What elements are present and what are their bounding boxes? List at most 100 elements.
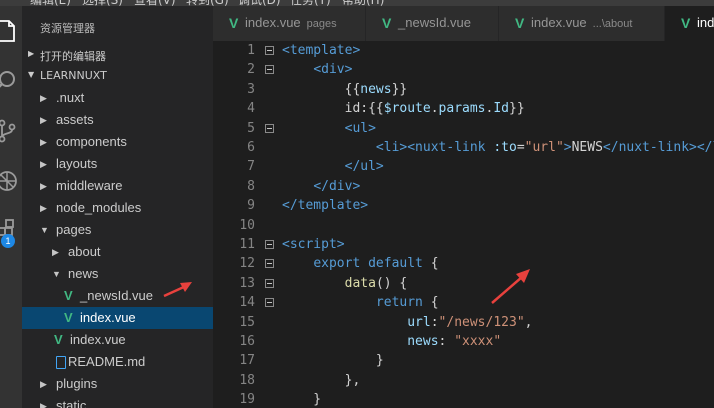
chevron-right-icon: ▶ [40, 203, 47, 213]
line-number: 14 [239, 295, 255, 311]
line-number: 7 [247, 159, 255, 175]
activity-bar: 1 [0, 6, 22, 408]
code-line: 6 <li><nuxt-link :to="url">NEWS</nuxt-li… [213, 138, 714, 157]
code-text: news: "xxxx" [407, 334, 502, 349]
editor-tabs: Vindex.vue pages V _newsId.vue Vindex.vue...… [213, 6, 714, 41]
code-text: }, [282, 372, 361, 388]
tree-folder[interactable]: ▶ plugins [22, 373, 213, 395]
code-text: data() { [344, 275, 408, 291]
line-number: 16 [239, 334, 255, 349]
line-number: 12 [239, 256, 255, 272]
code-text: <li><nuxt-link :to="url">NEWS</nuxt-link… [375, 140, 714, 155]
tree-file[interactable]: Vindex.vue [22, 329, 213, 351]
chevron-right-icon: ▶ [40, 93, 47, 103]
open-editors-section[interactable]: ▶ 打开的编辑器 [22, 45, 213, 65]
tree-item-label: _newsId.vue [80, 288, 153, 303]
explorer-sidebar: 资源管理器 ▶ 打开的编辑器 ▼ LEARNNUXT ▶ .nuxt ▶ assets… [22, 6, 213, 408]
code-line: 10 [213, 216, 714, 235]
chevron-right-icon: ▶ [40, 159, 47, 169]
vue-file-icon: V [681, 15, 691, 31]
tree-item-label: index.vue [80, 310, 136, 325]
code-line: 7 </ul> [213, 157, 714, 176]
line-number: 3 [247, 81, 255, 97]
fold-icon[interactable] [265, 278, 274, 288]
fold-icon[interactable] [265, 46, 274, 55]
code-line: 18 }, [213, 371, 714, 390]
fold-icon[interactable] [265, 123, 274, 133]
code-line: 16 news: "xxxx" [213, 332, 714, 351]
tree-item-label: plugins [56, 376, 98, 391]
tree-folder[interactable]: ▶ assets [22, 109, 213, 131]
editor-tab[interactable]: Vindex.vue ...\about [499, 6, 665, 41]
tab-label: _newsId.vue [398, 15, 471, 30]
files-icon[interactable] [0, 14, 22, 44]
line-number: 10 [239, 217, 255, 233]
line-number: 17 [239, 353, 255, 369]
chevron-down-icon: ▼ [28, 70, 35, 79]
code-text: id:{{$route.params.Id}} [282, 101, 525, 117]
fold-icon[interactable] [265, 298, 274, 308]
tree-item-label: layouts [56, 156, 98, 171]
code-text: export default { [313, 256, 439, 272]
project-section[interactable]: ▼ LEARNNUXT [22, 66, 213, 86]
fold-icon[interactable] [265, 240, 274, 249]
line-number: 11 [239, 237, 255, 252]
code-text: </ul> [344, 159, 384, 175]
tree-item-label: .nuxt [56, 90, 85, 105]
tree-folder[interactable]: ▼ pages [22, 219, 213, 241]
code-text: <div> [313, 62, 353, 78]
tree-item-label: about [68, 244, 101, 259]
code-text: } [282, 392, 322, 408]
tree-item-label: index.vue [70, 332, 126, 347]
code-text: <script> [282, 237, 345, 252]
tree-item-label: README.md [68, 354, 146, 369]
vue-file-icon: V [64, 310, 73, 325]
editor-tab[interactable]: Vindex.vue [665, 6, 714, 41]
code-line: 4 id:{{$route.params.Id}} [213, 99, 714, 118]
code-line: 8 </div> [213, 177, 714, 196]
code-line: 9 </template> [213, 196, 714, 215]
tree-file[interactable]: README.md [22, 351, 213, 373]
code-text: {{news}} [282, 81, 408, 97]
debug-icon[interactable] [0, 164, 22, 194]
markdown-file-icon [56, 356, 66, 369]
code-line: 3 {{news}} [213, 80, 714, 99]
tree-item-label: middleware [56, 178, 123, 193]
chevron-down-icon: ▼ [40, 225, 49, 235]
code-text: <ul> [344, 120, 376, 136]
tree-folder[interactable]: ▶ .nuxt [22, 87, 213, 109]
code-line: 15 url:"/news/123", [213, 313, 714, 332]
tree-item-label: news [68, 266, 99, 281]
explorer-title: 资源管理器 [40, 22, 95, 35]
tree-folder[interactable]: ▶ static [22, 395, 213, 408]
tree-folder[interactable]: ▶ node_modules [22, 197, 213, 219]
tree-item-label: pages [56, 222, 92, 237]
line-number: 4 [247, 101, 255, 117]
fold-icon[interactable] [265, 259, 274, 269]
source-control-icon[interactable] [0, 114, 22, 144]
code-editor[interactable]: 1 <template> 2 <div> 3 {{news}} 4 id:{{$rout… [213, 41, 714, 408]
tree-file[interactable]: Vindex.vue [22, 307, 213, 329]
annotation-arrow [491, 269, 530, 304]
chevron-right-icon: ▶ [40, 181, 47, 191]
editor-tab[interactable]: Vindex.vue pages [213, 6, 366, 41]
fold-icon[interactable] [265, 65, 274, 75]
tree-item-label: static [56, 398, 87, 408]
tree-folder[interactable]: ▶ middleware [22, 175, 213, 197]
tree-folder[interactable]: ▶ components [22, 131, 213, 153]
code-text: return { [375, 295, 439, 311]
code-text: </template> [282, 198, 369, 214]
line-number: 9 [247, 198, 255, 214]
vue-file-icon: V [515, 15, 525, 31]
tree-item-label: components [56, 134, 127, 149]
editor-tab[interactable]: V _newsId.vue [366, 6, 499, 41]
code-line: 1 <template> [213, 41, 714, 60]
tree-folder[interactable]: ▶ layouts [22, 153, 213, 175]
line-number: 13 [239, 275, 255, 291]
chevron-right-icon: ▶ [40, 137, 47, 147]
tree-folder[interactable]: ▶ about [22, 241, 213, 263]
search-icon[interactable] [0, 64, 22, 94]
chevron-right-icon: ▶ [40, 115, 47, 125]
tab-label: index.vue ...\about [531, 15, 633, 30]
vue-file-icon: V [64, 288, 73, 303]
